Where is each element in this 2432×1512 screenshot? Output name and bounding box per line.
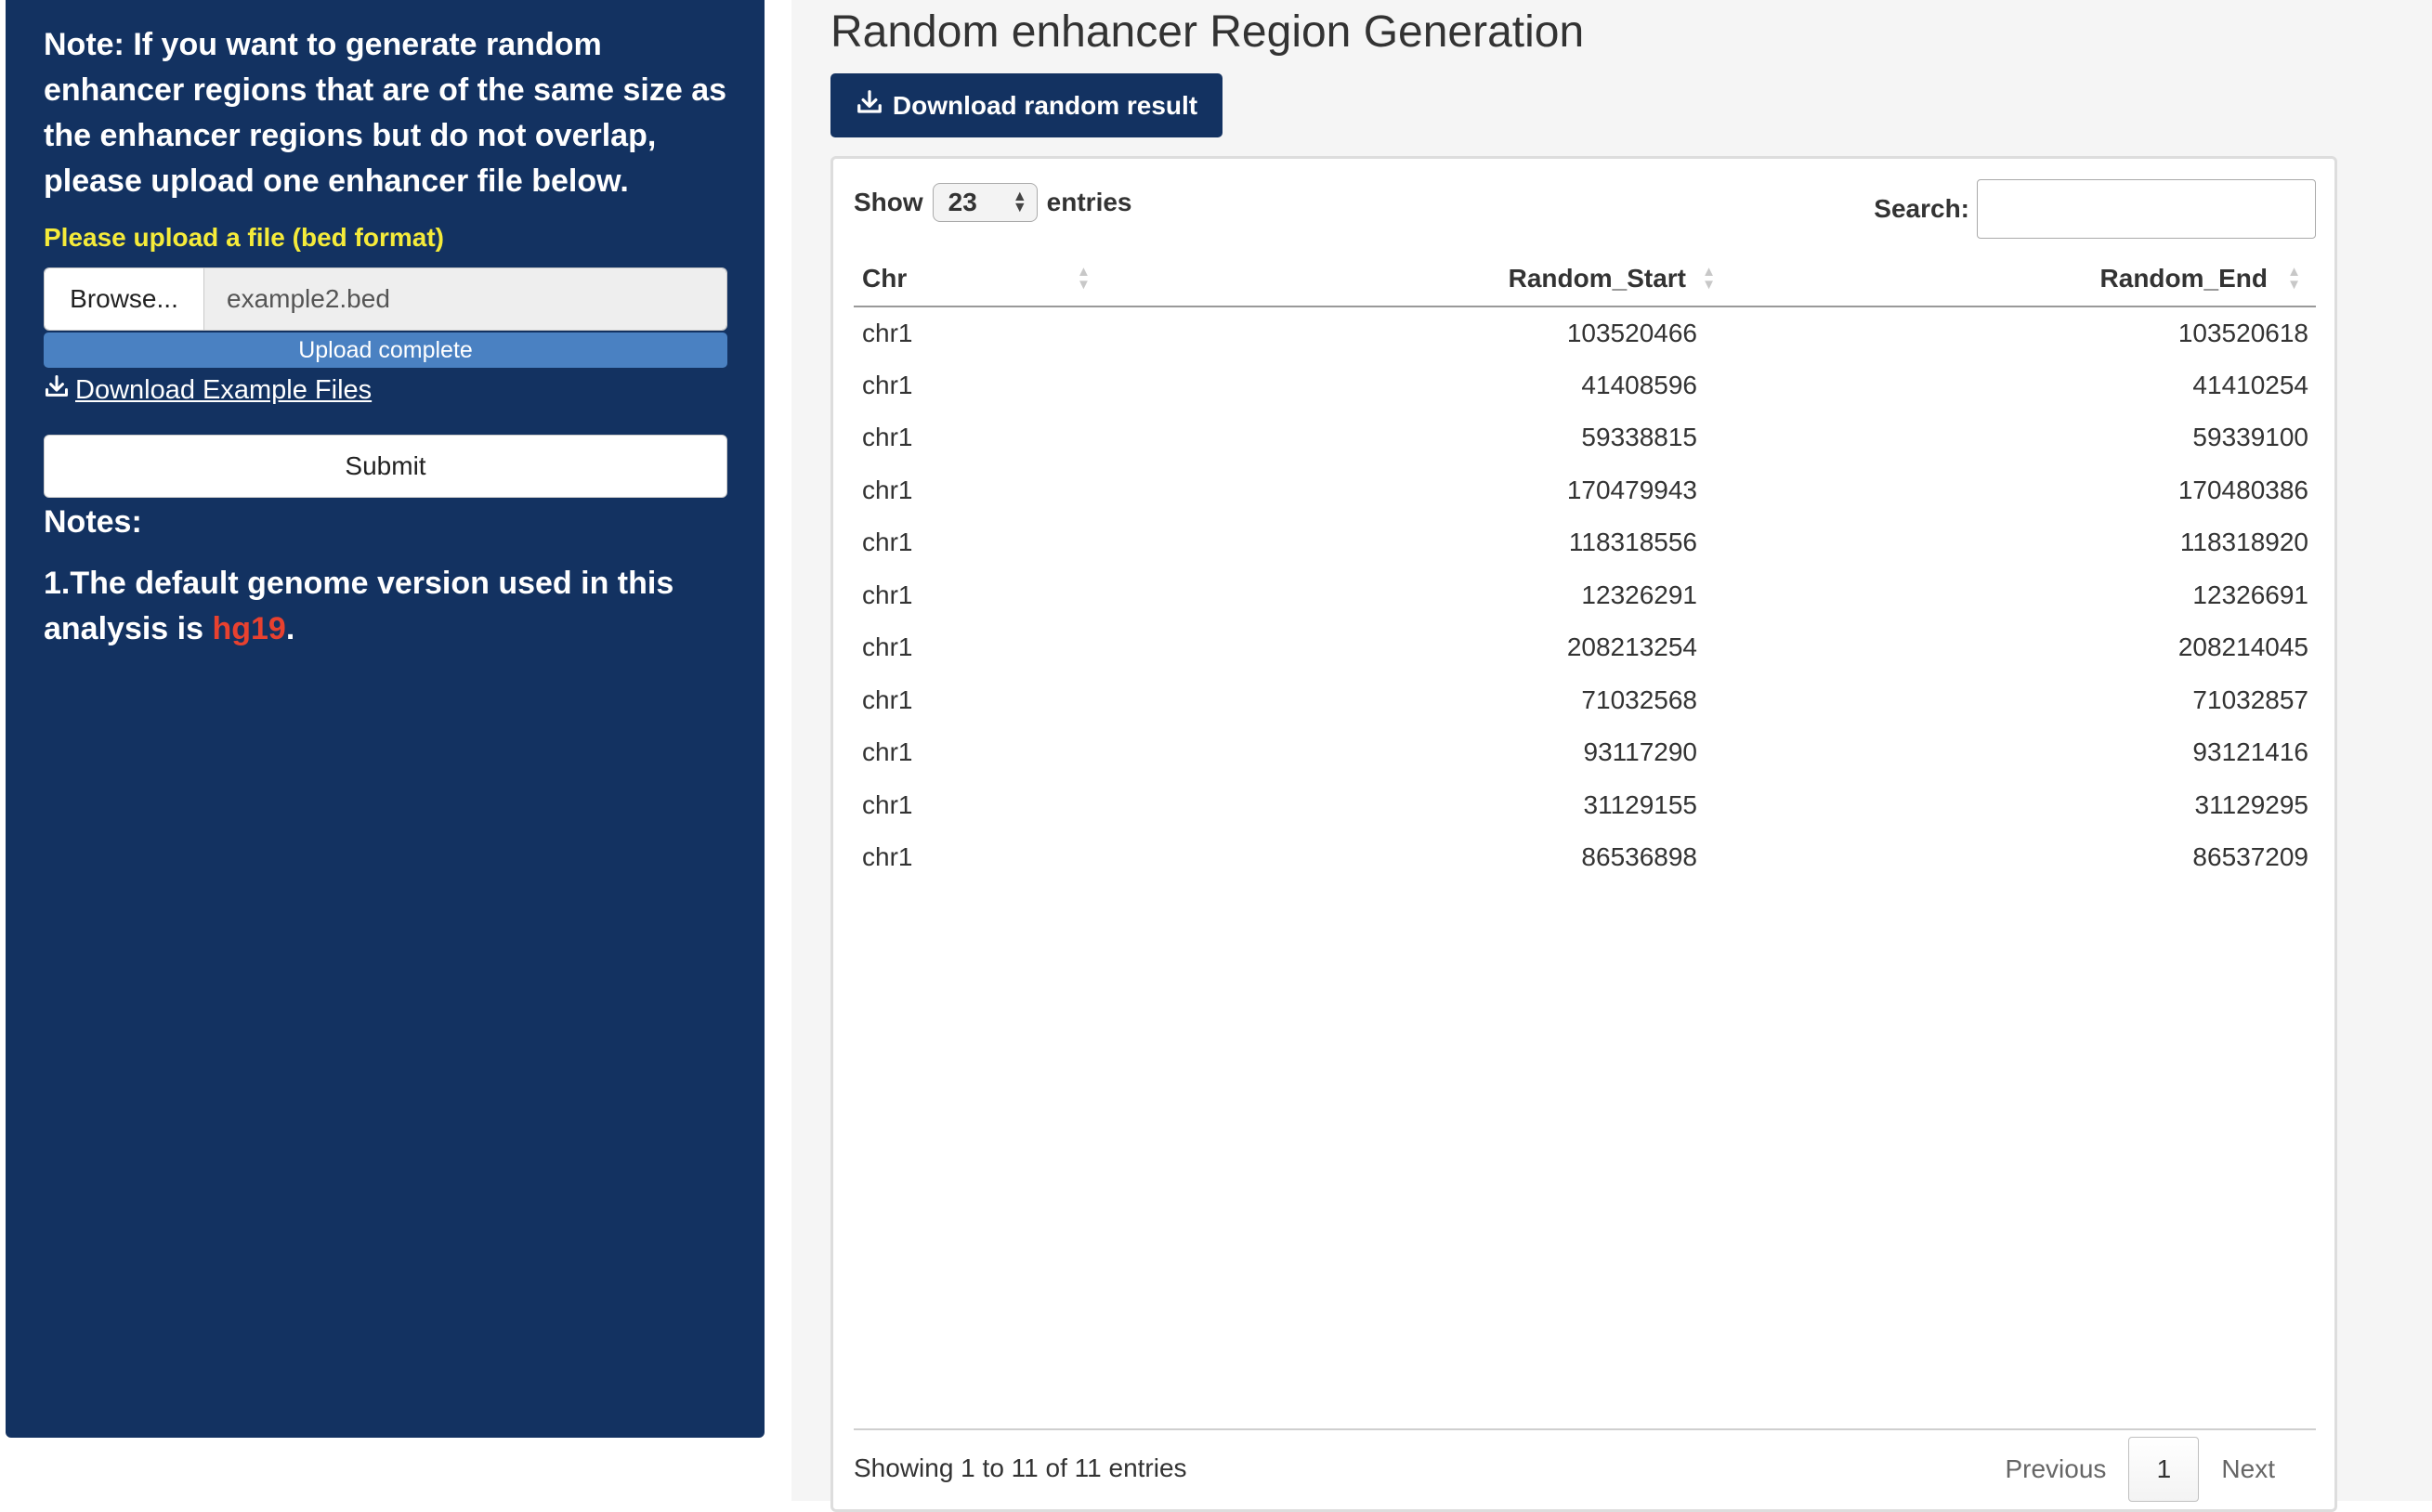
genome-version: hg19 [212, 611, 286, 646]
download-example-link[interactable]: Download Example Files [44, 373, 727, 407]
table-row: chr1 118318556 118318920 [854, 516, 2316, 569]
search-control: Search: [1874, 179, 2316, 239]
upload-progress-bar: Upload complete [44, 332, 727, 368]
results-table: Chr ▲ ▼ Random_Start ▲ ▼ Random_End ▲ ▼ chr… [854, 251, 2316, 884]
cell-random-end: 86537209 [2192, 842, 2308, 872]
browse-button[interactable]: Browse... [45, 268, 204, 330]
download-random-button[interactable]: Download random result [830, 73, 1223, 137]
cell-random-end: 31129295 [2194, 789, 2309, 819]
notes-item-suffix: . [285, 611, 295, 646]
sort-icon: ▲ ▼ [1077, 263, 1091, 293]
cell-random-start: 103520466 [1566, 318, 1697, 347]
cell-random-start: 71032568 [1581, 684, 1697, 714]
select-arrows-icon: ▲ ▼ [1012, 189, 1027, 215]
table-info: Showing 1 to 11 of 11 entries [854, 1453, 1187, 1482]
table-row: chr1 12326291 12326691 [854, 569, 2316, 622]
page-1-button[interactable]: 1 [2128, 1437, 2200, 1502]
show-label: Show [854, 188, 923, 216]
table-row: chr1 208213254 208214045 [854, 621, 2316, 674]
entries-length-control: Show 23 ▲ ▼ entries [854, 183, 1132, 222]
cell-random-start: 93117290 [1583, 737, 1698, 767]
table-row: chr1 170479943 170480386 [854, 464, 2316, 517]
sidebar-panel: Note: If you want to generate random enh… [6, 0, 765, 1438]
file-input-group[interactable]: Browse... example2.bed [44, 267, 727, 331]
table-row: chr1 71032568 71032857 [854, 674, 2316, 727]
cell-random-start: 86536898 [1581, 842, 1697, 872]
cell-random-start: 31129155 [1583, 789, 1698, 819]
column-header-random-end[interactable]: Random_End ▲ ▼ [1727, 251, 2316, 307]
entries-label: entries [1046, 188, 1132, 216]
column-header-label: Chr [862, 263, 908, 293]
cell-chr: chr1 [862, 632, 913, 662]
notes-heading: Notes: [44, 504, 142, 540]
cell-random-end: 12326691 [2192, 580, 2308, 609]
file-name-field[interactable]: example2.bed [204, 268, 726, 330]
table-row: chr1 59338815 59339100 [854, 411, 2316, 464]
cell-random-start: 59338815 [1581, 423, 1697, 452]
sort-icon: ▲ ▼ [1702, 263, 1716, 293]
cell-chr: chr1 [862, 580, 913, 609]
cell-random-end: 103520618 [2177, 318, 2308, 347]
cell-chr: chr1 [862, 370, 913, 399]
entries-select[interactable]: 23 ▲ ▼ [932, 183, 1038, 222]
cell-random-end: 41410254 [2192, 370, 2308, 399]
cell-random-end: 208214045 [2177, 632, 2308, 662]
page-title: Random enhancer Region Generation [830, 7, 1585, 57]
main-content: Random enhancer Region Generation Downlo… [791, 0, 2432, 1512]
table-row: chr1 103520466 103520618 [854, 306, 2316, 359]
cell-random-start: 118318556 [1568, 528, 1697, 557]
cell-chr: chr1 [862, 789, 913, 819]
table-row: chr1 31129155 31129295 [854, 779, 2316, 832]
pagination: Previous 1 Next [1982, 1437, 2297, 1502]
download-example-label: Download Example Files [75, 374, 373, 405]
column-header-random-start[interactable]: Random_Start ▲ ▼ [1095, 251, 1727, 307]
cell-random-start: 208213254 [1566, 632, 1697, 662]
upload-label: Please upload a file (bed format) [44, 223, 444, 252]
download-random-label: Download random result [892, 90, 1198, 120]
next-page-button[interactable]: Next [2199, 1454, 2297, 1484]
table-row: chr1 93117290 93121416 [854, 726, 2316, 779]
column-header-label: Random_Start [1508, 263, 1686, 293]
sort-icon: ▲ ▼ [2287, 263, 2301, 293]
notes-item-text: 1.The default genome version used in thi… [44, 566, 674, 646]
table-footer-divider [854, 1428, 2316, 1430]
download-icon [856, 88, 883, 123]
column-header-chr[interactable]: Chr ▲ ▼ [854, 251, 1095, 307]
cell-random-end: 170480386 [2177, 475, 2308, 504]
cell-random-end: 71032857 [2192, 684, 2308, 714]
cell-chr: chr1 [862, 842, 913, 872]
upload-status: Upload complete [298, 336, 473, 363]
download-icon [44, 373, 70, 407]
cell-random-start: 170479943 [1566, 475, 1697, 504]
cell-chr: chr1 [862, 737, 913, 767]
cell-chr: chr1 [862, 318, 913, 347]
cell-random-start: 12326291 [1581, 580, 1697, 609]
cell-chr: chr1 [862, 423, 913, 452]
cell-random-start: 41408596 [1581, 370, 1697, 399]
table-row: chr1 86536898 86537209 [854, 831, 2316, 884]
cell-random-end: 118318920 [2179, 528, 2308, 557]
upload-note: Note: If you want to generate random enh… [44, 27, 727, 199]
search-label: Search: [1874, 194, 1969, 223]
cell-random-end: 93121416 [2192, 737, 2308, 767]
results-panel: Show 23 ▲ ▼ entries Search: Chr ▲ ▼ Random… [830, 156, 2337, 1512]
notes-item: 1.The default genome version used in thi… [44, 561, 727, 652]
cell-chr: chr1 [862, 528, 913, 557]
column-header-label: Random_End [2099, 263, 2268, 293]
table-header-row: Chr ▲ ▼ Random_Start ▲ ▼ Random_End ▲ ▼ [854, 251, 2316, 307]
cell-random-end: 59339100 [2192, 423, 2308, 452]
search-input[interactable] [1977, 179, 2316, 239]
cell-chr: chr1 [862, 475, 913, 504]
submit-button[interactable]: Submit [44, 435, 727, 498]
previous-page-button[interactable]: Previous [1982, 1454, 2128, 1484]
entries-value: 23 [948, 188, 977, 216]
cell-chr: chr1 [862, 684, 913, 714]
table-row: chr1 41408596 41410254 [854, 359, 2316, 412]
